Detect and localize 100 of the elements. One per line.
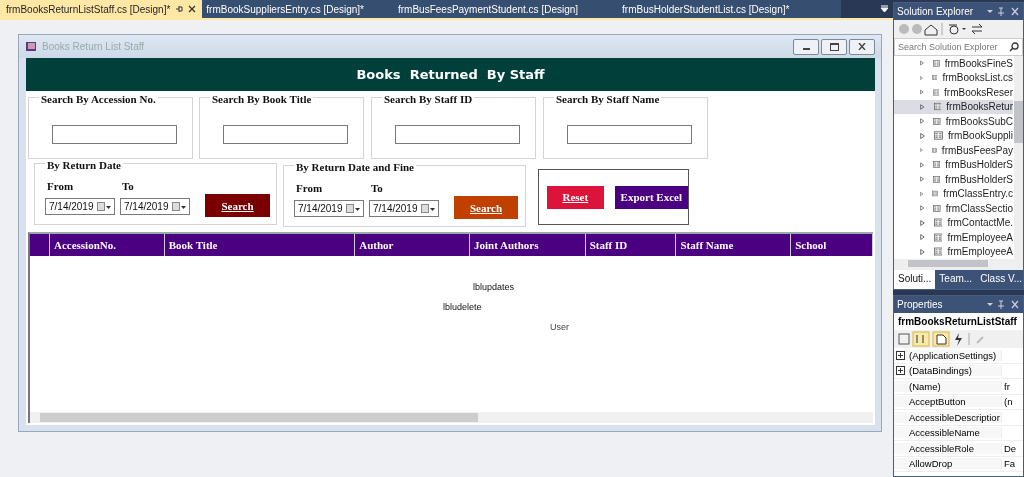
column-header[interactable]: AccessionNo. [49, 234, 165, 256]
group-label: Search By Accession No. [39, 93, 158, 105]
form-file-icon [933, 231, 943, 243]
tree-item[interactable]: frmBookSuppli [894, 128, 1013, 143]
panel-tab[interactable]: Soluti... [894, 270, 936, 289]
tree-item[interactable]: frmBusHolderS [894, 157, 1013, 172]
form-label: lbludelete [443, 302, 482, 312]
panel-tab[interactable]: Team... [935, 270, 977, 289]
property-name[interactable]: AccessibleRole [894, 442, 1002, 454]
form-file-icon [932, 86, 940, 98]
calendar-dropdown-icon[interactable] [421, 203, 435, 214]
search-button[interactable]: Search [205, 194, 270, 217]
document-tab[interactable]: frmBooksReturnListStaff.cs [Design]* [0, 0, 203, 18]
property-name[interactable]: AllowDrop [894, 458, 1002, 470]
pin-icon[interactable] [175, 5, 184, 13]
text-field[interactable] [395, 125, 520, 144]
form-label: User [550, 322, 569, 332]
form-file-icon [933, 202, 941, 214]
form-file-icon [933, 101, 942, 113]
form-file-icon [932, 57, 940, 69]
column-header[interactable]: School [791, 234, 873, 256]
tree-item[interactable]: frmEmployeeA [894, 244, 1013, 259]
property-value: De [1004, 442, 1017, 454]
tree-item[interactable]: frmBusFeesPay [894, 143, 1013, 158]
text-field[interactable] [567, 125, 692, 144]
minimize-button[interactable] [793, 38, 819, 55]
panel-controls-icon[interactable] [986, 7, 1020, 16]
header-title: Books Returned By Staff [356, 67, 545, 82]
column-header[interactable]: Staff Name [676, 234, 792, 256]
tree-item[interactable]: frmBooksReser [894, 85, 1013, 100]
dropdown-icon[interactable] [880, 5, 889, 13]
close-button[interactable] [849, 38, 875, 55]
panel-tab[interactable]: Class V... [976, 270, 1024, 289]
close-icon[interactable] [858, 43, 866, 50]
window-title: Books Return List Staff [42, 41, 145, 52]
close-icon[interactable] [188, 5, 197, 13]
document-tab[interactable]: frmBusFeesPaymentStudent.cs [Design] [394, 0, 613, 18]
property-name[interactable]: (ApplicationSettings) [894, 349, 1002, 361]
column-header[interactable]: Staff ID [585, 234, 677, 256]
document-tab[interactable]: frmBusHolderStudentList.cs [Design]* [612, 0, 842, 18]
expand-icon[interactable] [896, 350, 905, 360]
property-name[interactable]: (DataBindings) [894, 365, 1002, 377]
book-icon [25, 41, 37, 52]
vertical-scrollbar[interactable] [1014, 56, 1023, 259]
column-header[interactable]: Author [355, 234, 470, 256]
date-picker[interactable]: 7/14/2019 [294, 200, 364, 217]
search-field[interactable]: Search Solution Explorer [894, 38, 1023, 56]
property-name[interactable]: AccessibleDescriptior [894, 411, 1002, 423]
calendar-dropdown-icon[interactable] [97, 201, 111, 212]
panel-title: Properties [897, 299, 943, 310]
tree-item[interactable]: frmBooksRetur [894, 99, 1013, 114]
form-file-icon [933, 173, 941, 185]
date-picker[interactable]: 7/14/2019 [45, 198, 115, 215]
properties-toolbar-icon[interactable] [897, 331, 987, 347]
form-label: lblupdates [473, 282, 515, 292]
tree-item[interactable]: frmBooksList.cs [894, 70, 1013, 85]
reset-button[interactable]: Reset [547, 185, 604, 209]
date-picker[interactable]: 7/14/2019 [120, 198, 190, 215]
group-label: Search By Staff Name [554, 93, 662, 105]
group-label: Search By Book Title [210, 93, 314, 105]
tree-item[interactable]: frmBooksFineS [894, 56, 1013, 71]
field-label: From [295, 182, 324, 194]
export-button[interactable]: Export Excel [614, 185, 688, 209]
date-picker[interactable]: 7/14/2019 [369, 200, 439, 217]
text-field[interactable] [223, 125, 348, 144]
property-name[interactable]: (Name) [894, 380, 1002, 392]
property-value: Fa [1004, 458, 1016, 470]
field-label: From [46, 180, 75, 192]
form-file-icon [933, 115, 941, 127]
panel-controls-icon[interactable] [986, 300, 1020, 309]
tree-item[interactable]: frmClassEntry.c [894, 186, 1013, 201]
tree-item[interactable]: frmEmployeeA [894, 230, 1013, 245]
search-icon [1009, 42, 1019, 52]
field-label: To [370, 182, 384, 194]
tree-item[interactable]: frmContactMe. [894, 215, 1013, 230]
calendar-dropdown-icon[interactable] [172, 201, 186, 212]
maximize-button[interactable] [821, 38, 847, 55]
form-file-icon [933, 217, 943, 229]
property-name[interactable]: AcceptButton [894, 396, 1002, 408]
object-selector[interactable]: frmBooksReturnListStaff [894, 313, 1023, 330]
field-label: To [121, 180, 135, 192]
text-field[interactable] [52, 125, 177, 144]
property-value: (n [1004, 396, 1013, 408]
horizontal-scrollbar[interactable] [894, 259, 1023, 270]
property-name[interactable]: AccessibleName [894, 427, 1002, 439]
form-file-icon [932, 188, 939, 200]
group-label: By Return Date and Fine [294, 161, 416, 173]
calendar-dropdown-icon[interactable] [346, 203, 360, 214]
group-label: Search By Staff ID [382, 93, 475, 105]
tree-item[interactable]: frmBusHolderS [894, 172, 1013, 187]
property-value: fr [1004, 380, 1010, 392]
column-header[interactable]: Book Title [164, 234, 356, 256]
tree-item[interactable]: frmClassSectio [894, 201, 1013, 216]
expand-icon[interactable] [896, 366, 905, 376]
search-button[interactable]: Search [454, 196, 518, 219]
form-file-icon [933, 246, 943, 258]
horizontal-scrollbar[interactable] [30, 412, 873, 423]
document-tab[interactable]: frmBookSuppliersEntry.cs [Design]* [202, 0, 394, 18]
column-header[interactable]: Joint Authors [469, 234, 586, 256]
tree-item[interactable]: frmBooksSubC [894, 114, 1013, 129]
